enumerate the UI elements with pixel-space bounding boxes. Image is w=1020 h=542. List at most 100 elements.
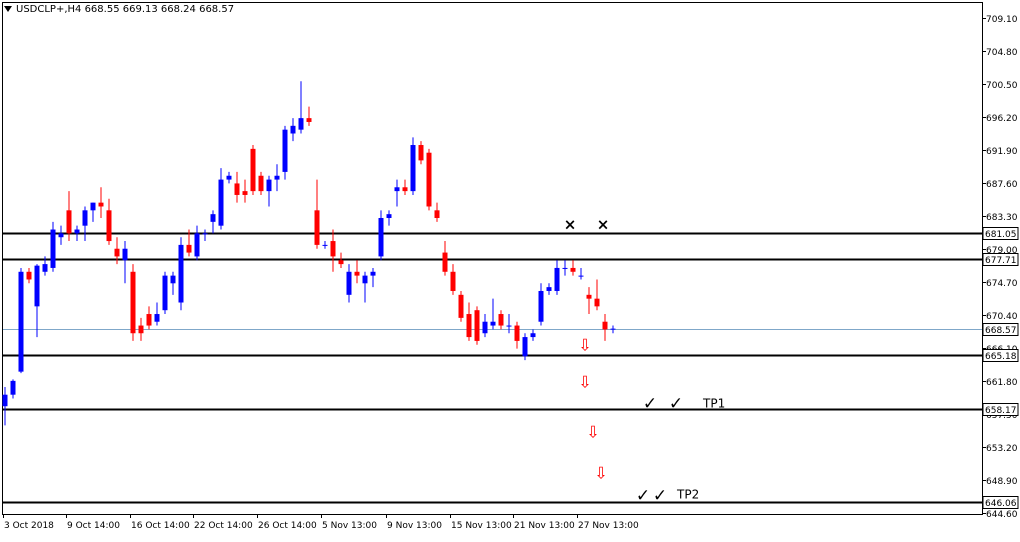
candle-body (586, 294, 592, 299)
y-tick-label: 700.50 (986, 81, 1018, 91)
checkmark-icon[interactable]: ✓ (669, 394, 683, 414)
candle-body (458, 294, 464, 318)
candle-body (250, 148, 256, 192)
candle-body (242, 191, 248, 195)
x-tick-label: 27 Nov 13:00 (578, 521, 639, 531)
price-tag: 646.06 (982, 496, 1019, 509)
price-axis: 709.10 704.80 700.50 696.20 691.90 687.60 683.… (982, 15, 1019, 520)
candle[interactable] (522, 333, 528, 361)
candle-body (498, 314, 504, 326)
candle[interactable] (130, 264, 136, 341)
checkmark-icon[interactable]: ✓ (636, 486, 650, 506)
candle-body (506, 325, 512, 327)
checkmark-icon[interactable]: ✓ (653, 486, 667, 506)
candle[interactable] (410, 137, 416, 195)
candle[interactable] (162, 271, 168, 315)
price-tag-label: 665.18 (985, 352, 1017, 362)
candle-body (58, 233, 64, 238)
price-tag: 665.18 (982, 349, 1019, 362)
down-arrow-icon[interactable]: ⇩ (578, 373, 591, 392)
candle-body (514, 325, 520, 341)
candle-body (186, 244, 192, 253)
candle-body (122, 248, 128, 261)
candle-body (194, 233, 200, 257)
candle-body (82, 210, 88, 226)
candle-body (178, 244, 184, 303)
candle-body (114, 248, 120, 257)
candle-body (290, 125, 296, 134)
candle-body (306, 118, 312, 122)
candle-body (90, 202, 96, 211)
y-tick-label: 644.60 (986, 510, 1018, 520)
candle-body (34, 265, 40, 307)
candle-body (594, 298, 600, 307)
candle-body (546, 287, 552, 291)
candle-body (42, 264, 48, 272)
candle-body (554, 267, 560, 291)
candle-body (226, 175, 232, 180)
candle-body (450, 271, 456, 291)
cross-mark-icon[interactable]: × (564, 216, 577, 234)
candle-body (370, 271, 376, 276)
candle-body (314, 210, 320, 245)
candle-body (402, 187, 408, 192)
candle-body (426, 152, 432, 207)
down-arrow-icon[interactable]: ⇩ (594, 464, 607, 483)
target-label: TP2 (676, 488, 699, 502)
candle-body (434, 210, 440, 219)
candle-body (602, 321, 608, 330)
candle-body (154, 314, 160, 322)
candle-body (386, 214, 392, 219)
candle-body (338, 260, 344, 265)
candle[interactable] (426, 148, 432, 211)
candle[interactable] (178, 237, 184, 311)
y-tick-label: 709.10 (986, 15, 1018, 25)
down-arrow-icon[interactable]: ⇩ (578, 336, 591, 355)
y-tick-label: 674.70 (986, 279, 1018, 289)
candle-body (410, 145, 416, 192)
candle-body (482, 321, 488, 334)
price-tag: 681.05 (982, 227, 1019, 240)
cross-mark-icon[interactable]: × (597, 216, 610, 234)
candle-body (2, 394, 8, 407)
candle-body (130, 271, 136, 334)
candle-body (234, 183, 240, 195)
candle-body (394, 187, 400, 192)
price-chart[interactable]: TP1TP2× ×✓ ✓✓ ✓⇩⇩⇩⇩ 709.10704.80700.50696.2… (0, 0, 1020, 537)
price-tag: 668.57 (982, 323, 1019, 336)
candle-body (610, 328, 616, 330)
y-tick-label: 687.60 (986, 180, 1018, 190)
x-tick-label: 22 Oct 14:00 (194, 521, 253, 531)
y-tick-label: 653.20 (986, 444, 1018, 454)
chevron-down-icon[interactable] (4, 6, 12, 12)
chart-area[interactable]: TP1 TP2 × × ✓ ✓ ✓ ✓ ⇩ ⇩ ⇩ ⇩ 709.10 704.80 700.50 696.2… (0, 0, 1020, 537)
candle-body (282, 129, 288, 172)
candle[interactable] (282, 125, 288, 180)
candle-body (218, 179, 224, 226)
down-arrow-icon[interactable]: ⇩ (586, 423, 599, 442)
y-tick-label: 661.80 (986, 378, 1018, 388)
price-tag-label: 677.71 (985, 256, 1017, 266)
candle[interactable] (250, 145, 256, 195)
candle-body (10, 380, 16, 395)
candle-body (378, 218, 384, 257)
x-tick-label: 21 Nov 13:00 (514, 521, 575, 531)
candle-body (562, 267, 568, 269)
candle-body (362, 275, 368, 284)
candle[interactable] (458, 290, 464, 322)
candle-body (274, 175, 280, 180)
checkmark-icon[interactable]: ✓ (643, 394, 657, 414)
candle-body (442, 252, 448, 272)
y-tick-label: 648.90 (986, 477, 1018, 487)
candle[interactable] (18, 267, 24, 374)
symbol-header[interactable]: USDCLP+,H4 668.55 669.13 668.24 668.57 (4, 4, 234, 15)
candle-body (170, 275, 176, 284)
candle-body (330, 241, 336, 257)
candle-body (74, 229, 80, 234)
candle-body (322, 244, 328, 246)
candle-body (106, 210, 112, 242)
y-tick-label: 696.20 (986, 114, 1018, 124)
candle-body (146, 314, 152, 326)
candle[interactable] (474, 306, 480, 345)
candle-body (354, 271, 360, 276)
